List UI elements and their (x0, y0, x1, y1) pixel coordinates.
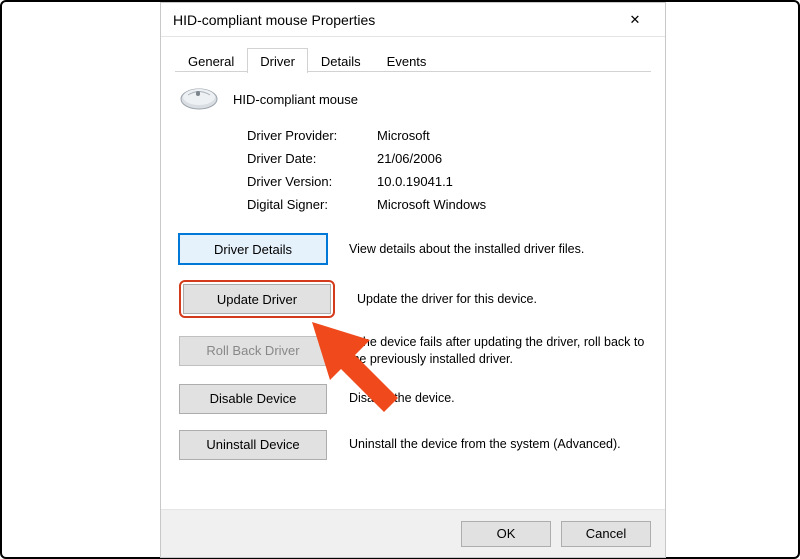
tab-label: Driver (260, 54, 295, 69)
update-driver-button[interactable]: Update Driver (183, 284, 331, 314)
info-row-date: Driver Date: 21/06/2006 (247, 151, 647, 166)
mouse-icon (179, 86, 219, 112)
tab-driver[interactable]: Driver (247, 48, 308, 73)
disable-device-button[interactable]: Disable Device (179, 384, 327, 414)
close-button[interactable]: ✕ (615, 6, 655, 34)
disable-device-desc: Disable the device. (349, 390, 647, 407)
tab-label: General (188, 54, 234, 69)
row-rollback-driver: Roll Back Driver If the device fails aft… (179, 334, 647, 368)
info-label: Digital Signer: (247, 197, 377, 212)
annotation-highlight: Update Driver (179, 280, 335, 318)
row-disable-device: Disable Device Disable the device. (179, 384, 647, 414)
info-value: Microsoft (377, 128, 430, 143)
cancel-button[interactable]: Cancel (561, 521, 651, 547)
info-label: Driver Provider: (247, 128, 377, 143)
update-driver-desc: Update the driver for this device. (357, 291, 647, 308)
info-row-provider: Driver Provider: Microsoft (247, 128, 647, 143)
device-name: HID-compliant mouse (233, 92, 358, 107)
tab-strip: General Driver Details Events (161, 37, 665, 72)
row-update-driver: Update Driver Update the driver for this… (179, 280, 647, 318)
info-label: Driver Date: (247, 151, 377, 166)
tab-label: Events (387, 54, 427, 69)
tab-body-driver: HID-compliant mouse Driver Provider: Mic… (161, 72, 665, 509)
info-label: Driver Version: (247, 174, 377, 189)
info-row-version: Driver Version: 10.0.19041.1 (247, 174, 647, 189)
uninstall-device-desc: Uninstall the device from the system (Ad… (349, 436, 647, 453)
row-driver-details: Driver Details View details about the in… (179, 234, 647, 264)
ok-button[interactable]: OK (461, 521, 551, 547)
info-value: Microsoft Windows (377, 197, 486, 212)
properties-dialog: HID-compliant mouse Properties ✕ General… (160, 2, 666, 558)
tab-details[interactable]: Details (308, 48, 374, 73)
dialog-footer: OK Cancel (161, 509, 665, 557)
window-title: HID-compliant mouse Properties (173, 12, 615, 28)
driver-details-desc: View details about the installed driver … (349, 241, 647, 258)
info-row-signer: Digital Signer: Microsoft Windows (247, 197, 647, 212)
device-header: HID-compliant mouse (179, 86, 647, 112)
driver-details-button[interactable]: Driver Details (179, 234, 327, 264)
tab-general[interactable]: General (175, 48, 247, 73)
tab-label: Details (321, 54, 361, 69)
info-value: 10.0.19041.1 (377, 174, 453, 189)
rollback-driver-desc: If the device fails after updating the d… (349, 334, 647, 368)
rollback-driver-button: Roll Back Driver (179, 336, 327, 366)
titlebar: HID-compliant mouse Properties ✕ (161, 3, 665, 37)
close-icon: ✕ (630, 12, 641, 28)
driver-info: Driver Provider: Microsoft Driver Date: … (247, 128, 647, 212)
row-uninstall-device: Uninstall Device Uninstall the device fr… (179, 430, 647, 460)
info-value: 21/06/2006 (377, 151, 442, 166)
tab-events[interactable]: Events (374, 48, 440, 73)
uninstall-device-button[interactable]: Uninstall Device (179, 430, 327, 460)
